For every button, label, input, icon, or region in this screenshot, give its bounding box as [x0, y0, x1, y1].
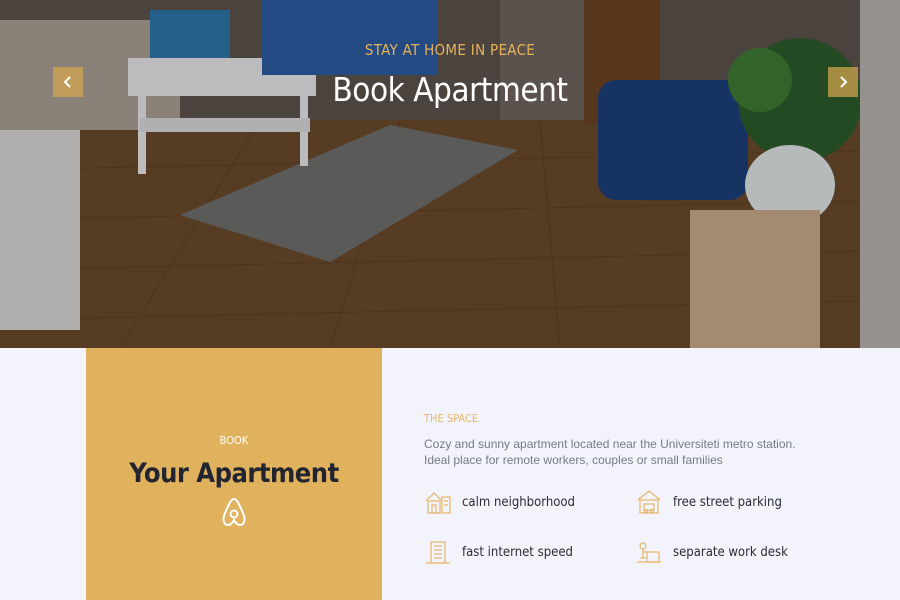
parking-icon	[637, 490, 661, 514]
feature-label: free street parking	[673, 494, 782, 510]
chevron-right-icon	[840, 76, 848, 88]
airbnb-icon[interactable]	[219, 496, 249, 528]
book-card: BOOK Your Apartment	[86, 348, 382, 600]
hero-eyebrow: STAY AT HOME IN PEACE	[364, 41, 536, 59]
hero-banner: STAY AT HOME IN PEACE Book Apartment	[0, 0, 900, 348]
desk-icon	[637, 542, 661, 563]
feature-fast-internet-speed: fast internet speed	[424, 538, 573, 566]
feature-label: calm neighborhood	[462, 494, 575, 510]
feature-calm-neighborhood: calm neighborhood	[424, 488, 575, 516]
space-description: Cozy and sunny apartment located near th…	[424, 437, 796, 467]
chevron-left-icon	[63, 76, 71, 88]
building-icon	[426, 541, 450, 564]
feature-label: separate work desk	[673, 544, 788, 560]
space-label: THE SPACE	[424, 412, 479, 425]
neighborhood-icon	[425, 492, 451, 514]
slider-next-button[interactable]	[828, 67, 858, 97]
feature-free-street-parking: free street parking	[635, 488, 782, 516]
feature-separate-work-desk: separate work desk	[635, 538, 788, 566]
book-eyebrow: BOOK	[219, 434, 249, 447]
hero-title: Book Apartment	[332, 70, 568, 109]
feature-label: fast internet speed	[462, 544, 573, 560]
slider-prev-button[interactable]	[53, 67, 83, 97]
book-title: Your Apartment	[129, 458, 339, 489]
